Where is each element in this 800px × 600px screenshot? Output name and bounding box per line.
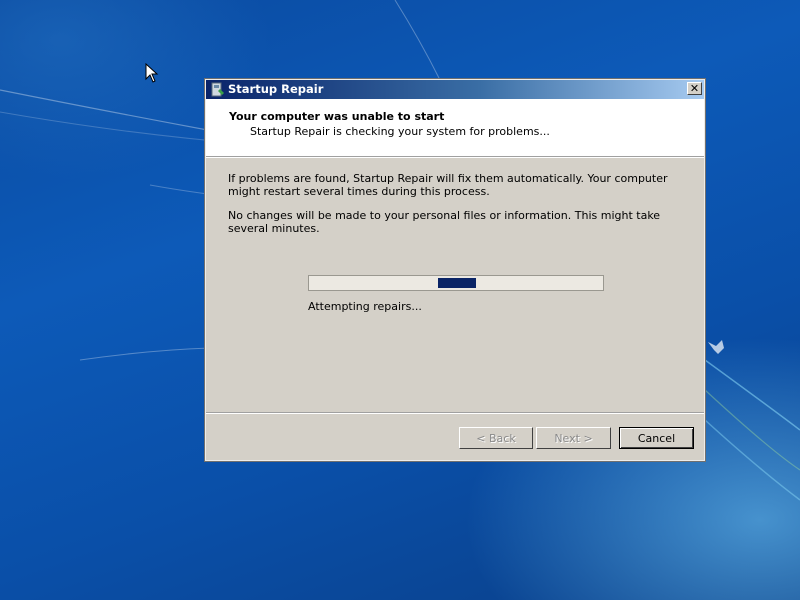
header-divider bbox=[206, 157, 704, 158]
header-title: Your computer was unable to start bbox=[229, 110, 445, 123]
close-button[interactable]: ✕ bbox=[687, 82, 702, 95]
progress-bar-segment bbox=[438, 278, 476, 288]
repair-progress-bar bbox=[308, 275, 604, 291]
window-title: Startup Repair bbox=[228, 82, 324, 96]
startup-repair-window: Startup Repair ✕ Your computer was unabl… bbox=[204, 78, 706, 462]
next-button[interactable]: Next > bbox=[536, 427, 611, 449]
startup-repair-icon bbox=[211, 82, 224, 97]
title-bar[interactable]: Startup Repair ✕ bbox=[206, 80, 704, 99]
footer-divider-highlight bbox=[206, 413, 704, 414]
back-button[interactable]: < Back bbox=[459, 427, 533, 449]
cancel-button[interactable]: Cancel bbox=[619, 427, 694, 449]
progress-status-label: Attempting repairs... bbox=[308, 300, 422, 313]
header-subtitle: Startup Repair is checking your system f… bbox=[250, 125, 550, 138]
info-paragraph-1: If problems are found, Startup Repair wi… bbox=[228, 172, 668, 198]
info-paragraph-2: No changes will be made to your personal… bbox=[228, 209, 661, 235]
header-panel: Your computer was unable to start Startu… bbox=[206, 99, 704, 157]
close-icon: ✕ bbox=[689, 82, 700, 95]
mouse-pointer-icon bbox=[145, 63, 159, 83]
